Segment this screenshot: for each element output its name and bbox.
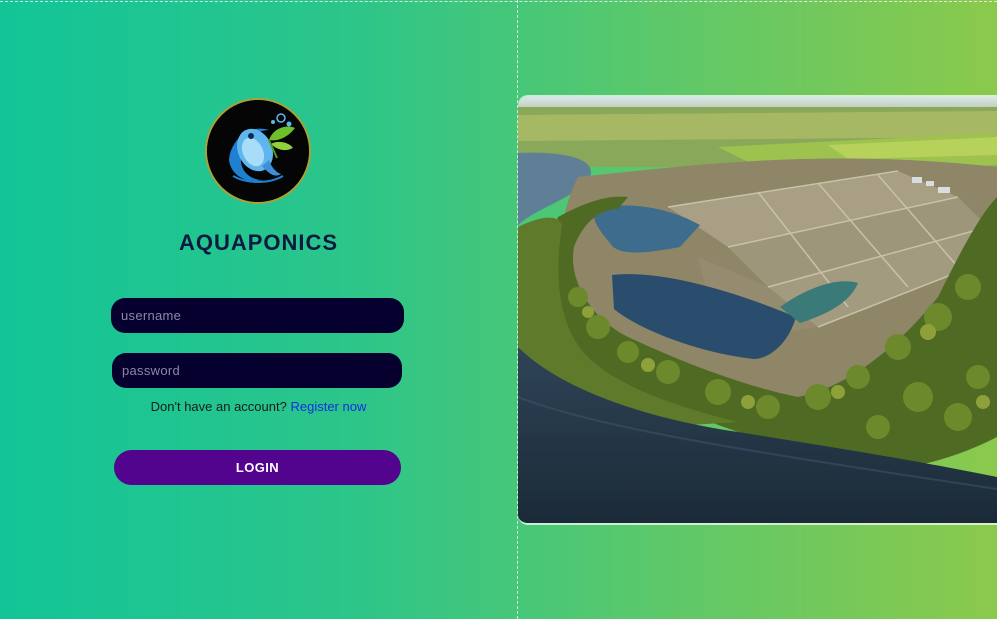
app-title: AQUAPONICS — [178, 230, 339, 255]
fish-plant-logo-icon — [205, 98, 311, 204]
username-input[interactable] — [111, 298, 404, 333]
register-link[interactable]: Register now — [290, 399, 366, 414]
login-button[interactable]: LOGIN — [114, 450, 401, 485]
password-input[interactable] — [112, 353, 402, 388]
login-panel: AQUAPONICS Don't have an account? Regist… — [0, 0, 517, 619]
register-prompt-row: Don't have an account? Register now — [0, 399, 517, 414]
aerial-photo-graphic — [518, 97, 997, 523]
logo-graphic — [207, 100, 309, 202]
register-prompt-text: Don't have an account? — [150, 399, 287, 414]
aquaculture-ponds-aerial-image — [518, 95, 997, 525]
